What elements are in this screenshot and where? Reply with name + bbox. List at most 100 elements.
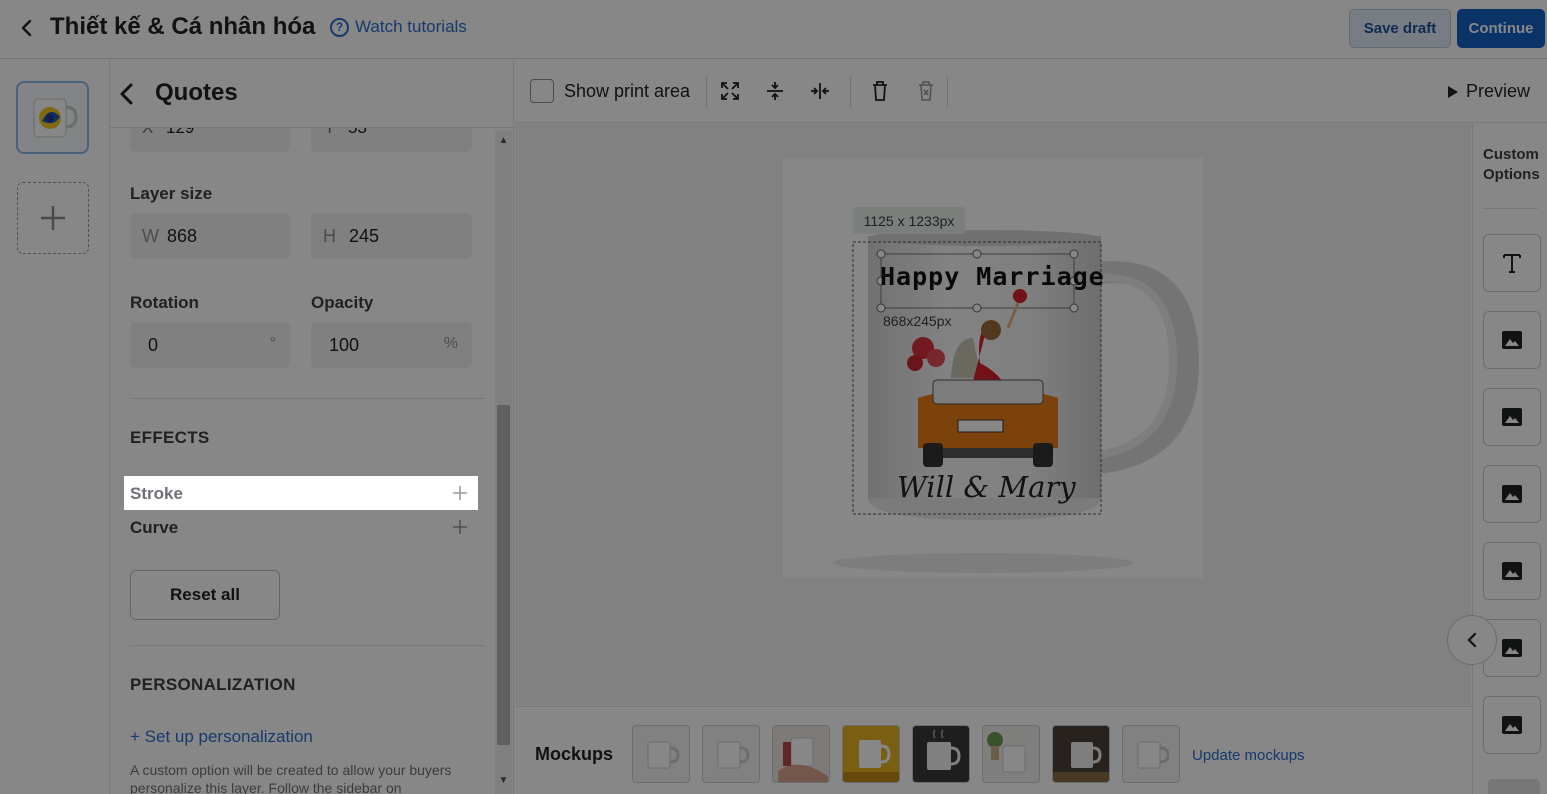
- rotation-value: 0: [148, 335, 159, 355]
- height-value: 245: [349, 226, 380, 246]
- add-product-button[interactable]: [17, 182, 89, 254]
- image-option-tile[interactable]: [1483, 696, 1541, 754]
- mug-names-text[interactable]: Will & Mary: [897, 470, 1076, 504]
- stroke-label: Stroke: [130, 484, 183, 503]
- add-stroke-icon[interactable]: [452, 478, 468, 508]
- steam-mug-mockup-icon: [927, 729, 961, 770]
- image-option-tile[interactable]: [1483, 465, 1541, 523]
- personalization-help-text: A custom option will be created to allow…: [130, 762, 452, 794]
- layer-dimensions-label: 868x245px: [883, 313, 952, 329]
- delete-all-icon: [913, 78, 939, 104]
- plus-icon: [41, 206, 65, 230]
- continue-button[interactable]: Continue: [1457, 9, 1545, 48]
- mockup-thumbnail[interactable]: [842, 725, 900, 783]
- artboard: [783, 158, 1203, 578]
- layer-height-input[interactable]: H 245: [311, 213, 472, 259]
- canvas-toolbar: Show print area Preview: [515, 60, 1547, 123]
- mockups-label: Mockups: [535, 744, 614, 764]
- percent-unit: %: [443, 335, 458, 352]
- effects-heading: EFFECTS: [130, 428, 210, 447]
- opacity-value: 100: [329, 335, 360, 355]
- panel-title: Quotes: [155, 79, 238, 106]
- collapse-panel-button[interactable]: [1447, 615, 1497, 665]
- back-arrow-icon[interactable]: [18, 18, 36, 38]
- image-icon: [1502, 485, 1522, 503]
- mockup-thumbnail[interactable]: [632, 725, 690, 783]
- top-bar: Thiết kế & Cá nhân hóa ? Watch tutorials…: [0, 0, 1547, 59]
- custom-options-title: Custom Options: [1483, 146, 1540, 183]
- toolbar-separator: [850, 76, 851, 108]
- curve-label: Curve: [130, 518, 179, 537]
- mug-mockup-icon: [717, 741, 750, 769]
- scroll-up-icon[interactable]: ▲: [495, 132, 512, 149]
- show-print-area-label: Show print area: [564, 81, 691, 101]
- hand-mug-mockup-icon: [778, 737, 828, 782]
- image-option-tile[interactable]: [1483, 388, 1541, 446]
- product-rail: [0, 60, 110, 794]
- image-dimensions-badge: 1125 x 1233px: [853, 207, 965, 234]
- preview-button[interactable]: Preview: [1448, 81, 1530, 102]
- mug-quote-text[interactable]: Happy Marriage: [880, 262, 1105, 291]
- toolbar-separator: [706, 76, 707, 108]
- mockup-thumbnail[interactable]: [912, 725, 970, 783]
- yellow-mug-mockup-icon: [843, 740, 899, 782]
- custom-options-rail: Custom Options: [1472, 124, 1547, 794]
- plant-mug-mockup-icon: [987, 732, 1026, 773]
- mockup-thumbnail[interactable]: [702, 725, 760, 783]
- opacity-input[interactable]: 100 %: [311, 322, 472, 368]
- mug-mockup-icon: [1137, 741, 1170, 769]
- show-print-area-checkbox[interactable]: [530, 79, 554, 103]
- watch-tutorials-link[interactable]: ? Watch tutorials: [330, 17, 467, 37]
- toolbar-separator: [947, 76, 948, 108]
- add-curve-icon[interactable]: [452, 512, 468, 542]
- reset-all-button[interactable]: Reset all: [130, 570, 280, 620]
- divider: [1483, 208, 1538, 209]
- degree-unit: °: [269, 335, 276, 352]
- panel-scrollbar[interactable]: ▲ ▼: [495, 130, 512, 794]
- effect-stroke[interactable]: Stroke: [124, 476, 478, 510]
- mug-thumbnail-icon: [33, 98, 78, 137]
- opacity-label: Opacity: [311, 293, 374, 312]
- watch-tutorials-label: Watch tutorials: [355, 17, 467, 36]
- mockup-thumbnail[interactable]: [1122, 725, 1180, 783]
- preview-label: Preview: [1466, 81, 1531, 101]
- effect-curve[interactable]: Curve: [124, 510, 478, 544]
- design-canvas[interactable]: [515, 124, 1471, 705]
- dark-table-mug-mockup-icon: [1053, 742, 1109, 782]
- setup-personalization-link[interactable]: + Set up personalization: [130, 727, 313, 747]
- image-option-tile[interactable]: [1483, 311, 1541, 369]
- text-option-tile[interactable]: [1483, 234, 1541, 292]
- align-horizontal-center-icon[interactable]: [807, 78, 833, 104]
- scroll-thumb[interactable]: [497, 405, 510, 745]
- trash-icon[interactable]: [867, 78, 893, 104]
- text-icon: [1503, 254, 1521, 273]
- fit-expand-icon[interactable]: [717, 78, 743, 104]
- play-icon: [1448, 85, 1458, 98]
- divider: [130, 645, 485, 646]
- layer-size-label: Layer size: [130, 184, 213, 203]
- product-thumbnail-mug[interactable]: [16, 81, 89, 154]
- mockup-thumbnail[interactable]: [1052, 725, 1110, 783]
- rotation-input[interactable]: 0 °: [130, 322, 290, 368]
- width-value: 868: [167, 226, 198, 246]
- layer-width-input[interactable]: W 868: [130, 213, 290, 259]
- options-scroll-indicator: [1488, 779, 1540, 794]
- save-draft-button[interactable]: Save draft: [1349, 9, 1451, 48]
- layer-settings-panel: Quotes X 129 Y 53 Layer size W 868 H 245…: [110, 60, 514, 794]
- mug-design-image: [833, 230, 1200, 573]
- mug-mockup-icon: [647, 741, 680, 769]
- mockup-thumbnail[interactable]: [982, 725, 1040, 783]
- image-icon: [1502, 716, 1522, 734]
- mockup-thumbnail[interactable]: [772, 725, 830, 783]
- scroll-down-icon[interactable]: ▼: [495, 772, 512, 789]
- align-vertical-center-icon[interactable]: [762, 78, 788, 104]
- panel-back-icon[interactable]: [116, 80, 138, 113]
- image-option-tile[interactable]: [1483, 542, 1541, 600]
- height-prefix: H: [323, 226, 336, 246]
- image-icon: [1502, 639, 1522, 657]
- update-mockups-link[interactable]: Update mockups: [1192, 747, 1305, 764]
- help-circle-icon: ?: [330, 17, 349, 37]
- page-title: Thiết kế & Cá nhân hóa: [50, 13, 316, 40]
- divider: [130, 398, 485, 399]
- panel-header: Quotes: [110, 60, 513, 128]
